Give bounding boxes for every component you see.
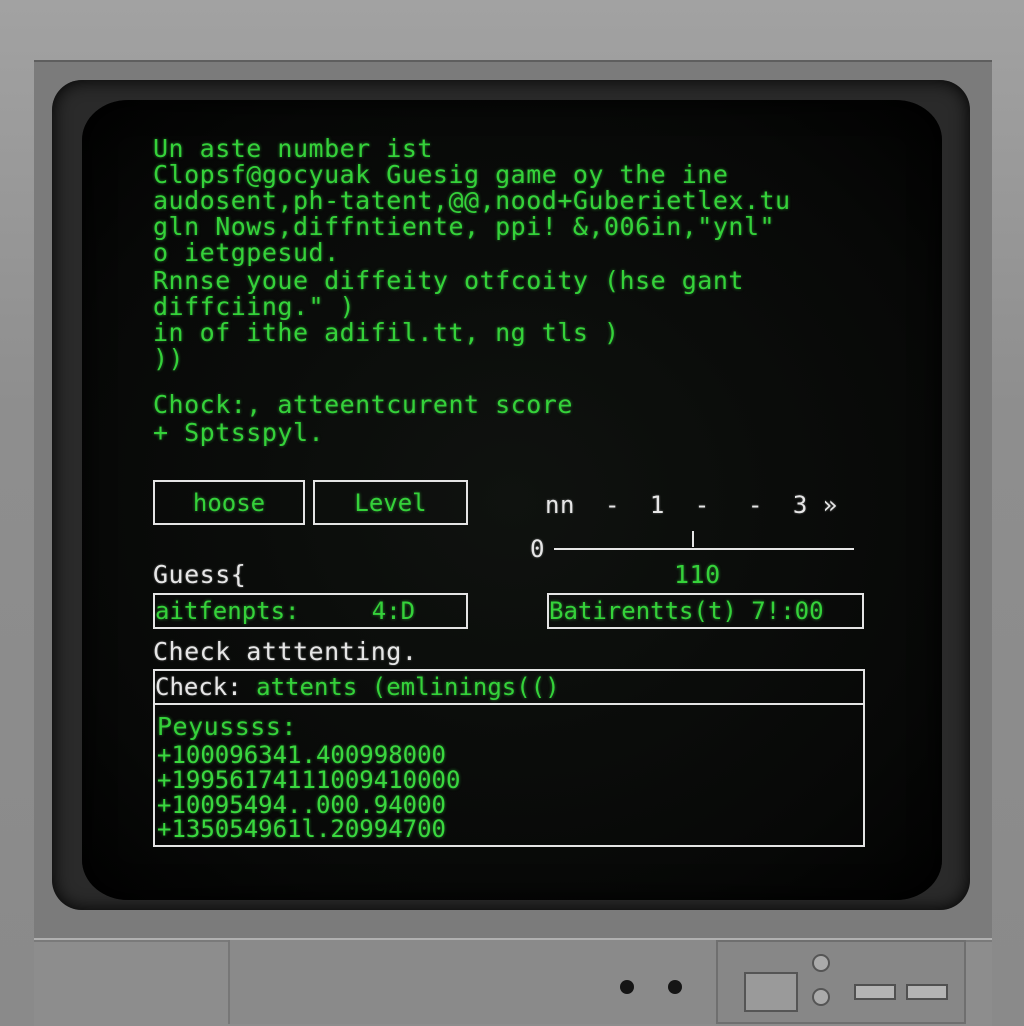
slider-value: 110 xyxy=(674,560,721,589)
intro-line-1: Un aste number ist xyxy=(153,134,433,163)
slider-label-left: nn xyxy=(545,491,575,519)
prompt-line-3: in of ithe adifil.tt, ng tls ) xyxy=(153,318,620,347)
guess-label: Guess{ xyxy=(153,560,247,589)
control-panel xyxy=(716,940,966,1024)
guess-log-row: +19956174111009410000 xyxy=(157,766,461,794)
slider-label-mid: - 1 - xyxy=(605,491,710,519)
guess-log-row: +100096341.400998000 xyxy=(157,741,446,769)
indicator-led-2 xyxy=(668,980,682,994)
prompt-line-2: diffciing." ) xyxy=(153,292,356,321)
status-line: Check atttenting. xyxy=(153,637,418,666)
difficulty-slider-track[interactable] xyxy=(554,548,854,550)
difficulty-slider-thumb[interactable] xyxy=(692,531,694,547)
front-panel xyxy=(228,940,720,1024)
check-bar-text: attents (emlinings(() xyxy=(241,673,560,701)
adjust-knob-lower[interactable] xyxy=(812,988,830,1006)
adjust-knob-upper[interactable] xyxy=(812,954,830,972)
attempts-field: Batirentts(t) 7!:00 xyxy=(547,593,864,629)
control-button-left[interactable] xyxy=(854,984,896,1000)
control-button-right[interactable] xyxy=(906,984,948,1000)
score-line: Chock:, atteentcurent score xyxy=(153,390,573,419)
prompt-line-1: Rnnse youe diffeity otfcoity (hse gant xyxy=(153,266,744,295)
crt-screen: Un aste number ist Clopsf@gocyuak Guesig… xyxy=(82,100,942,900)
choose-button[interactable]: hoose xyxy=(153,480,305,525)
intro-line-5: o ietgpesud. xyxy=(153,238,340,267)
indicator-led-1 xyxy=(620,980,634,994)
guess-log-header: Peyussss: xyxy=(157,712,297,741)
guess-input[interactable]: aitfenpts: 4:D xyxy=(153,593,468,629)
slider-min-label: 0 xyxy=(530,535,545,563)
prompt-line-4: )) xyxy=(153,344,185,373)
intro-line-2: Clopsf@gocyuak Guesig game oy the ine xyxy=(153,160,729,189)
score-subline: + Sptsspyl. xyxy=(153,418,325,447)
intro-line-3: audosent,ph-tatent,@@,nood+Guberietlex.t… xyxy=(153,186,791,215)
level-button[interactable]: Level xyxy=(313,480,468,525)
power-button[interactable] xyxy=(744,972,798,1012)
check-bar-prefix: Check: xyxy=(155,673,242,701)
slider-label-right: - 3 » xyxy=(748,491,838,519)
guess-log-row: +135054961l.20994700 xyxy=(157,815,446,843)
check-bar[interactable]: Check: attents (emlinings(() xyxy=(153,669,865,705)
intro-line-4: gln Nows,diffntiente, ppi! &,006in,"ynl" xyxy=(153,212,776,241)
